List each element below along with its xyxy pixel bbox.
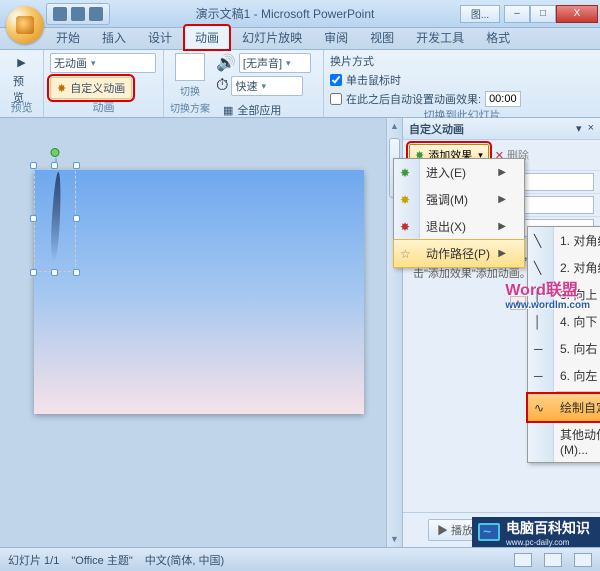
custom-animation-button[interactable]: ✸ 自定义动画	[50, 77, 132, 99]
tab-developer[interactable]: 开发工具	[406, 26, 474, 49]
minimize-button[interactable]: –	[504, 5, 530, 23]
line-icon: │	[534, 315, 542, 329]
taskpane-close-icon[interactable]: ×	[588, 122, 594, 135]
sound-combo[interactable]: [无声音]▾	[239, 53, 311, 73]
view-slideshow-button[interactable]	[574, 553, 592, 567]
line-icon: ─	[534, 369, 543, 383]
tab-home[interactable]: 开始	[46, 26, 90, 49]
resize-handle[interactable]	[30, 269, 37, 276]
path-draw-custom[interactable]: ∿绘制自定义路径(▶	[528, 394, 600, 421]
watermark-wordlm: Word联盟 www.wordlm.com	[505, 276, 590, 311]
tab-design[interactable]: 设计	[138, 26, 182, 49]
taskpane-menu-icon[interactable]: ▾	[576, 122, 582, 135]
resize-handle[interactable]	[73, 269, 80, 276]
status-slide-count: 幻灯片 1/1	[8, 552, 59, 568]
custom-animation-pane: 自定义动画 ▾ × ✸ 添加效果 ▾ ✕ 删除 选中幻灯片的某个元素，然后单击"…	[402, 118, 600, 547]
tab-format[interactable]: 格式	[476, 26, 520, 49]
line-icon: ─	[534, 342, 543, 356]
status-language[interactable]: 中文(简体, 中国)	[145, 552, 224, 568]
transition-scheme-label2: 切换方案	[170, 100, 210, 115]
selected-shape[interactable]	[34, 166, 76, 272]
tab-view[interactable]: 视图	[360, 26, 404, 49]
group-label-animation: 动画	[50, 99, 157, 117]
feather-shape	[50, 172, 63, 262]
resize-handle[interactable]	[73, 215, 80, 222]
resize-handle[interactable]	[30, 162, 37, 169]
titlebar: 演示文稿1 - Microsoft PowerPoint 图... – □ X	[0, 0, 600, 28]
office-orb[interactable]	[6, 6, 44, 44]
taskpane-header: 自定义动画 ▾ ×	[403, 118, 600, 140]
menu-exit[interactable]: ✸退出(X)▶	[394, 213, 524, 240]
tab-animations[interactable]: 动画	[184, 25, 230, 50]
preview-button[interactable]: ▶ 预览	[6, 53, 37, 97]
transition-scheme-label: 切换	[180, 83, 200, 98]
close-button[interactable]: X	[556, 5, 598, 23]
group-label-preview: 预览	[6, 99, 37, 117]
motion-path-submenu: ╲1. 对角线向右上 ╲2. 对角线向右下 │3. 向上 │4. 向下 ─5. …	[527, 226, 600, 463]
path-left[interactable]: ─6. 向左	[528, 362, 600, 389]
resize-handle[interactable]	[73, 162, 80, 169]
menu-emphasis[interactable]: ✸强调(M)▶	[394, 186, 524, 213]
squiggle-icon: ∿	[534, 401, 544, 415]
add-effect-menu: ✸进入(E)▶ ✸强调(M)▶ ✸退出(X)▶ ☆动作路径(P)▶	[393, 158, 525, 268]
scroll-up-arrow[interactable]: ▲	[387, 118, 402, 134]
slide-editor[interactable]: ▲ ▼	[0, 118, 402, 547]
play-icon: ▶	[437, 525, 448, 537]
star-outline-icon: ☆	[400, 247, 411, 261]
line-icon: ╲	[534, 234, 541, 248]
monitor-icon	[478, 523, 500, 541]
transition-gallery[interactable]	[175, 53, 205, 81]
speed-icon: ⏱	[216, 77, 228, 95]
tab-slideshow[interactable]: 幻灯片放映	[232, 26, 312, 49]
contextual-tab-label: 图...	[460, 5, 500, 23]
maximize-button[interactable]: □	[530, 5, 556, 23]
view-sorter-button[interactable]	[544, 553, 562, 567]
resize-handle[interactable]	[51, 269, 58, 276]
line-icon: ╲	[534, 261, 541, 275]
view-normal-button[interactable]	[514, 553, 532, 567]
path-other[interactable]: 其他动作路径(M)...	[528, 421, 600, 462]
qat-save-icon[interactable]	[53, 7, 67, 21]
gear-star-icon: ✸	[57, 82, 66, 95]
resize-handle[interactable]	[30, 215, 37, 222]
resize-handle[interactable]	[51, 162, 58, 169]
auto-time-spinner[interactable]: 00:00	[485, 91, 521, 107]
qat-undo-icon[interactable]	[71, 7, 85, 21]
animation-combo[interactable]: 无动画 ▾	[50, 53, 156, 73]
watermark-pcdaily: 电脑百科知识 www.pc-daily.com	[472, 517, 600, 547]
window-title: 演示文稿1 - Microsoft PowerPoint	[110, 5, 460, 22]
animation-combo-value: 无动画	[54, 55, 87, 71]
sound-icon: 🔊	[216, 53, 236, 73]
rotation-handle[interactable]	[51, 148, 60, 157]
apply-all-icon: ▦	[223, 104, 233, 117]
path-down[interactable]: │4. 向下	[528, 308, 600, 335]
taskpane-title: 自定义动画	[409, 121, 464, 137]
preview-icon: ▶	[17, 56, 25, 69]
tab-review[interactable]: 审阅	[314, 26, 358, 49]
menu-entrance[interactable]: ✸进入(E)▶	[394, 159, 524, 186]
chevron-down-icon: ▾	[91, 58, 96, 69]
workspace: ▲ ▼ 自定义动画 ▾ × ✸ 添加效果 ▾ ✕ 删除 选	[0, 118, 600, 547]
custom-animation-label: 自定义动画	[70, 80, 125, 96]
slide-canvas[interactable]	[34, 170, 364, 414]
advance-mode-label: 换片方式	[330, 53, 594, 69]
on-click-checkbox[interactable]: 单击鼠标时	[330, 72, 594, 88]
path-right[interactable]: ─5. 向右	[528, 335, 600, 362]
auto-after-checkbox[interactable]: 在此之后自动设置动画效果:	[330, 91, 481, 107]
ribbon: ▶ 预览 预览 无动画 ▾ ✸ 自定义动画 动画 切换 切换方案	[0, 50, 600, 118]
window-controls: – □ X	[504, 5, 598, 23]
menu-motion-path[interactable]: ☆动作路径(P)▶	[394, 240, 524, 267]
tab-insert[interactable]: 插入	[92, 26, 136, 49]
path-diag-ur[interactable]: ╲1. 对角线向右上	[528, 227, 600, 254]
star-green-icon: ✸	[400, 166, 410, 180]
qat-redo-icon[interactable]	[89, 7, 103, 21]
speed-combo[interactable]: 快速▾	[231, 76, 303, 96]
star-red-icon: ✸	[400, 220, 410, 234]
ribbon-tabs: 开始 插入 设计 动画 幻灯片放映 审阅 视图 开发工具 格式	[0, 28, 600, 50]
status-theme: "Office 主题"	[71, 552, 132, 568]
scroll-down-arrow[interactable]: ▼	[387, 531, 402, 547]
statusbar: 幻灯片 1/1 "Office 主题" 中文(简体, 中国)	[0, 547, 600, 571]
quick-access-toolbar[interactable]	[46, 3, 110, 25]
star-yellow-icon: ✸	[400, 193, 410, 207]
